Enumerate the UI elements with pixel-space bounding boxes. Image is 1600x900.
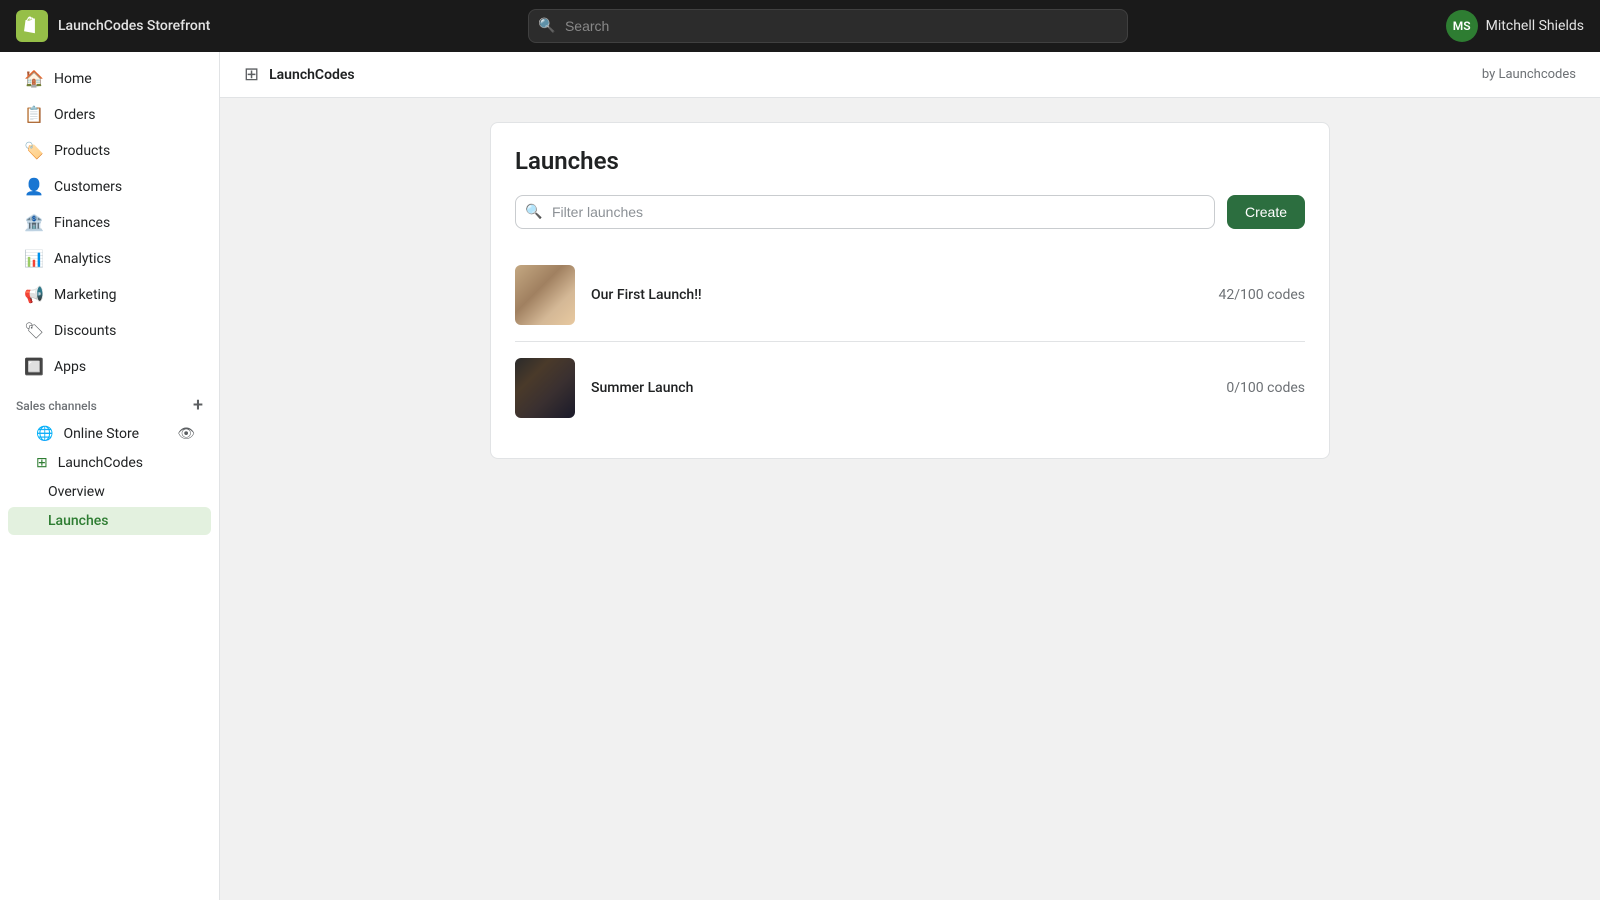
launches-card: Launches 🔍 Create Our First Launch!! 42/… [490, 122, 1330, 459]
launch-codes: 0/100 codes [1226, 380, 1305, 396]
finances-icon: 🏦 [24, 213, 44, 232]
topbar-right: MS Mitchell Shields [1446, 10, 1584, 42]
sidebar-item-customers[interactable]: 👤 Customers [8, 169, 211, 204]
main-content: ⊞ LaunchCodes by Launchcodes Launches 🔍 … [220, 52, 1600, 900]
launch-thumbnail [515, 358, 575, 418]
page-header-left: ⊞ LaunchCodes [244, 64, 355, 85]
sidebar: 🏠 Home 📋 Orders 🏷️ Products 👤 Customers … [0, 52, 220, 900]
sidebar-item-analytics[interactable]: 📊 Analytics [8, 241, 211, 276]
sidebar-item-label-finances: Finances [54, 215, 110, 231]
products-icon: 🏷️ [24, 141, 44, 160]
analytics-icon: 📊 [24, 249, 44, 268]
sidebar-item-label-discounts: Discounts [54, 323, 116, 339]
eye-icon[interactable]: 👁 [177, 426, 195, 442]
launch-item-first-launch[interactable]: Our First Launch!! 42/100 codes [515, 249, 1305, 342]
topbar-left: LaunchCodes Storefront [16, 10, 210, 42]
sidebar-item-online-store[interactable]: 🌐 Online Store 👁 [8, 420, 211, 448]
layout: 🏠 Home 📋 Orders 🏷️ Products 👤 Customers … [0, 52, 1600, 900]
sidebar-child-label-overview: Overview [48, 484, 105, 500]
sidebar-item-finances[interactable]: 🏦 Finances [8, 205, 211, 240]
launchcodes-icon: ⊞ [36, 455, 48, 471]
launch-codes: 42/100 codes [1219, 287, 1305, 303]
search-input[interactable] [528, 9, 1128, 43]
avatar[interactable]: MS [1446, 10, 1478, 42]
sidebar-item-label-home: Home [54, 71, 92, 87]
launch-thumbnail [515, 265, 575, 325]
home-icon: 🏠 [24, 69, 44, 88]
shopify-logo [16, 10, 48, 42]
orders-icon: 📋 [24, 105, 44, 124]
add-sales-channel-button[interactable]: + [193, 397, 203, 415]
sidebar-item-discounts[interactable]: 🏷 Discounts [8, 313, 211, 348]
sidebar-child-label-launches: Launches [48, 513, 108, 529]
sidebar-item-home[interactable]: 🏠 Home [8, 61, 211, 96]
sidebar-item-products[interactable]: 🏷️ Products [8, 133, 211, 168]
sidebar-item-marketing[interactable]: 📢 Marketing [8, 277, 211, 312]
sales-channels-label: Sales channels [16, 399, 97, 413]
launch-left: Our First Launch!! [515, 265, 702, 325]
page-header-title: LaunchCodes [269, 67, 355, 83]
filter-search-icon: 🔍 [525, 204, 542, 220]
search-icon: 🔍 [538, 18, 555, 34]
sidebar-item-label-apps: Apps [54, 359, 86, 375]
sidebar-item-label-launchcodes: LaunchCodes [58, 455, 143, 471]
sidebar-item-apps[interactable]: 🔲 Apps [8, 349, 211, 384]
sidebar-item-label-orders: Orders [54, 107, 96, 123]
search-bar: 🔍 [528, 9, 1128, 43]
sidebar-nav: 🏠 Home 📋 Orders 🏷️ Products 👤 Customers … [0, 52, 219, 544]
sidebar-item-orders[interactable]: 📋 Orders [8, 97, 211, 132]
discounts-icon: 🏷 [24, 321, 44, 340]
sidebar-child-overview[interactable]: Overview [8, 478, 211, 506]
launch-name: Our First Launch!! [591, 287, 702, 303]
sidebar-item-label-analytics: Analytics [54, 251, 111, 267]
marketing-icon: 📢 [24, 285, 44, 304]
user-name: Mitchell Shields [1486, 18, 1584, 34]
launch-name: Summer Launch [591, 380, 693, 396]
topbar: LaunchCodes Storefront 🔍 MS Mitchell Shi… [0, 0, 1600, 52]
filter-input-wrap: 🔍 [515, 195, 1215, 229]
page-header-by: by Launchcodes [1482, 67, 1576, 82]
launch-item-summer-launch[interactable]: Summer Launch 0/100 codes [515, 342, 1305, 434]
launches-title: Launches [515, 147, 1305, 175]
launch-list: Our First Launch!! 42/100 codes Summer L… [515, 249, 1305, 434]
store-name: LaunchCodes Storefront [58, 18, 210, 34]
page-header: ⊞ LaunchCodes by Launchcodes [220, 52, 1600, 98]
launchcodes-header-icon: ⊞ [244, 64, 259, 85]
content-area: Launches 🔍 Create Our First Launch!! 42/… [220, 98, 1600, 483]
customers-icon: 👤 [24, 177, 44, 196]
sidebar-child-launches[interactable]: Launches [8, 507, 211, 535]
apps-icon: 🔲 [24, 357, 44, 376]
sidebar-item-label-online-store: Online Store [63, 426, 139, 442]
launch-left: Summer Launch [515, 358, 693, 418]
online-store-icon: 🌐 [36, 426, 53, 442]
sidebar-item-label-customers: Customers [54, 179, 122, 195]
create-button[interactable]: Create [1227, 195, 1305, 229]
sidebar-item-launchcodes[interactable]: ⊞ LaunchCodes [8, 449, 211, 477]
filter-row: 🔍 Create [515, 195, 1305, 229]
sidebar-item-label-products: Products [54, 143, 110, 159]
filter-launches-input[interactable] [515, 195, 1215, 229]
sidebar-item-label-marketing: Marketing [54, 287, 117, 303]
sales-channels-section: Sales channels + [0, 385, 219, 419]
